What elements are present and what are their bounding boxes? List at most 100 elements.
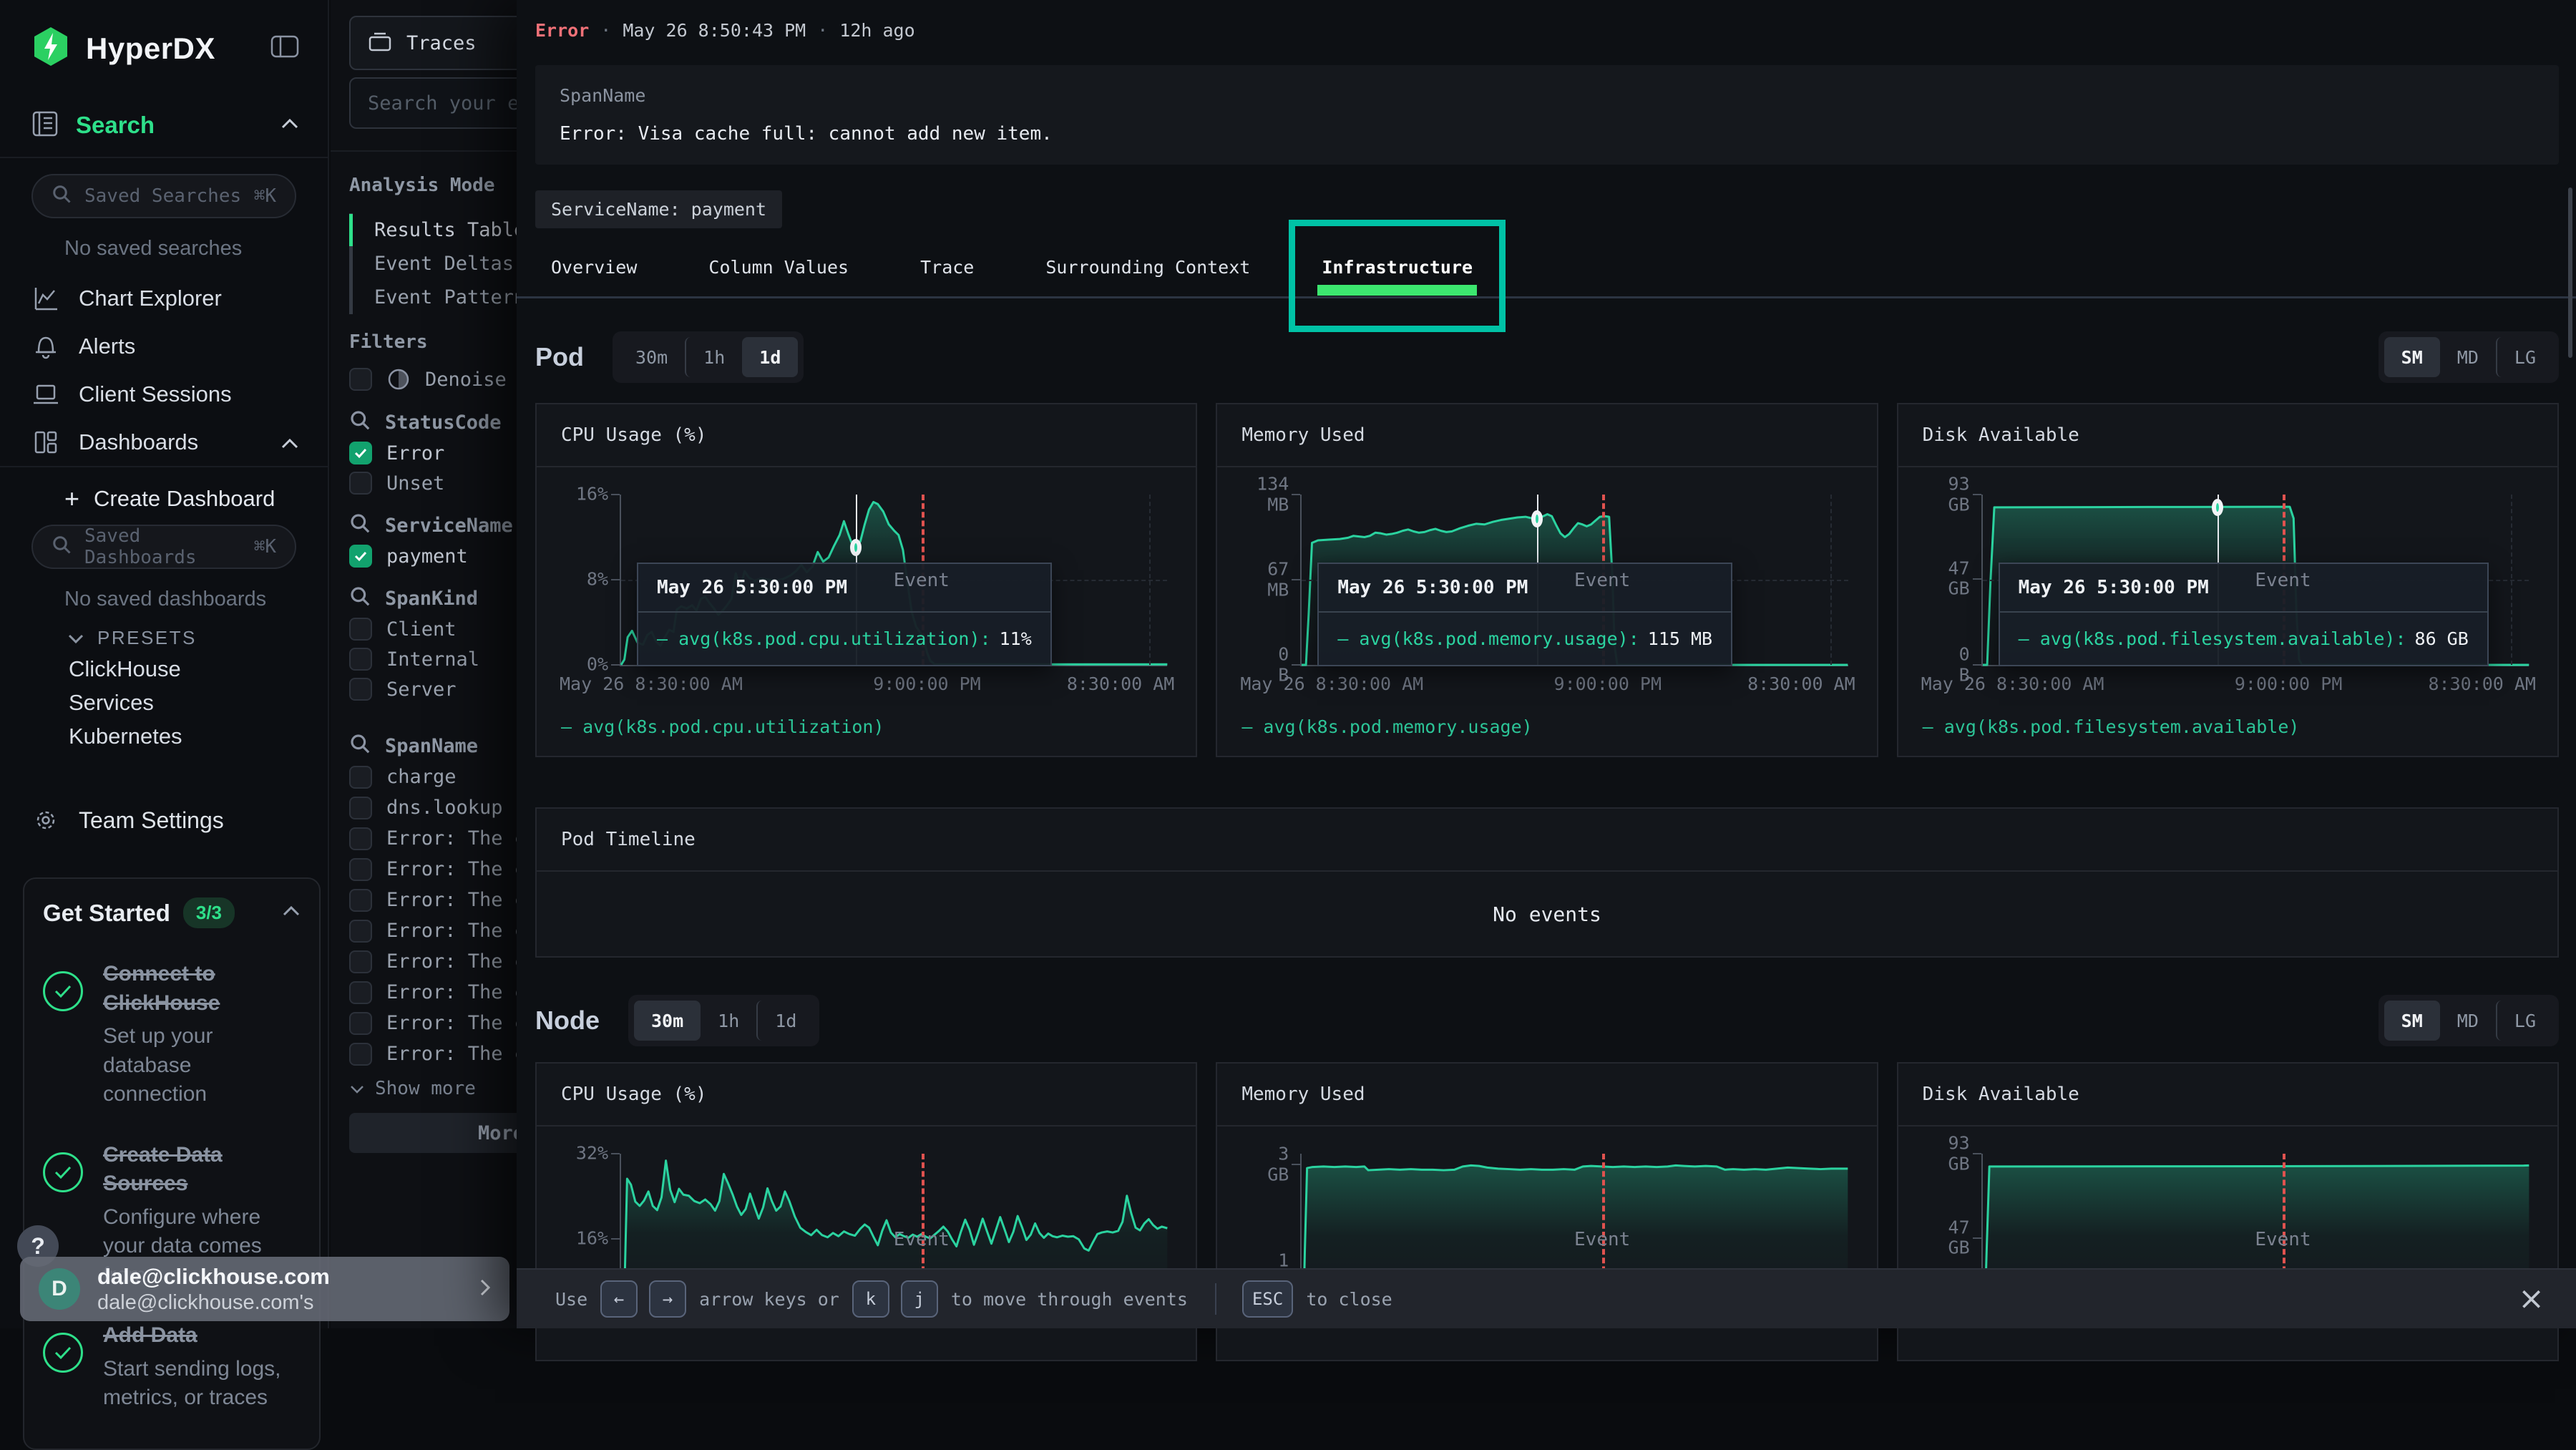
scrollbar-thumb[interactable]	[2568, 188, 2572, 358]
chart-plot[interactable]: Event May 26 5:30:00 PM — avg(k8s.pod.fi…	[1920, 486, 2536, 701]
sidebar-item-chart-explorer[interactable]: Chart Explorer	[0, 274, 328, 322]
checkbox-unchecked[interactable]	[349, 618, 372, 641]
user-account-chip[interactable]: D dale@clickhouse.com dale@clickhouse.co…	[20, 1257, 509, 1321]
checkbox-unchecked[interactable]	[349, 950, 372, 973]
filter-option[interactable]: Error: The cr	[349, 885, 517, 915]
filter-option[interactable]: Internal	[349, 645, 517, 673]
filter-option[interactable]: Error: The cr	[349, 1008, 517, 1038]
node-section-title: Node	[535, 1006, 600, 1036]
sidebar-item-clickhouse[interactable]: ClickHouse	[0, 652, 328, 686]
create-dashboard-label: Create Dashboard	[94, 486, 275, 512]
checkbox-unchecked[interactable]	[349, 678, 372, 701]
checkbox-unchecked[interactable]	[349, 920, 372, 943]
filter-option[interactable]: Client	[349, 615, 517, 643]
range-1h[interactable]: 1h	[685, 337, 742, 377]
filter-option[interactable]: Unset	[349, 469, 517, 497]
size-md[interactable]: MD	[2440, 337, 2496, 377]
filter-option[interactable]: payment	[349, 542, 517, 570]
checkbox-unchecked[interactable]	[349, 797, 372, 819]
mode-event-patterns[interactable]: Event Patterns	[353, 281, 517, 314]
show-more-button[interactable]: Show more	[349, 1076, 517, 1101]
sidebar-item-services[interactable]: Services	[0, 686, 328, 719]
mode-event-deltas[interactable]: Event Deltas	[353, 247, 517, 281]
collapse-sidebar-icon[interactable]	[270, 35, 299, 62]
tab-column-values[interactable]: Column Values	[708, 238, 849, 296]
sidebar-item-dashboards[interactable]: Dashboards	[0, 418, 328, 466]
size-lg[interactable]: LG	[2496, 1001, 2553, 1041]
create-dashboard-button[interactable]: + Create Dashboard	[0, 479, 328, 519]
sidebar-item-search[interactable]: Search	[0, 108, 328, 142]
get-started-step[interactable]: Add Data Start sending logs, metrics, or…	[43, 1321, 301, 1413]
range-30m[interactable]: 30m	[634, 1001, 701, 1041]
size-sm[interactable]: SM	[2384, 1001, 2440, 1041]
get-started-step[interactable]: Connect to ClickHouse Set up your databa…	[43, 960, 301, 1109]
range-30m[interactable]: 30m	[618, 337, 685, 377]
size-md[interactable]: MD	[2440, 1001, 2496, 1041]
source-select[interactable]: Traces	[349, 16, 517, 70]
events-search-input[interactable]: Search your ev	[349, 77, 517, 129]
filter-option[interactable]: Error: The cr	[349, 1039, 517, 1069]
size-sm[interactable]: SM	[2384, 337, 2440, 377]
saved-dashboards-input[interactable]: Saved Dashboards ⌘K	[31, 525, 296, 569]
checkbox-unchecked[interactable]	[349, 827, 372, 850]
range-1h[interactable]: 1h	[701, 1001, 756, 1041]
facet-servicename[interactable]: ServiceName	[349, 510, 517, 540]
chart-legend: — avg(k8s.pod.cpu.utilization)	[561, 716, 1196, 737]
denoise-filter-row[interactable]: Denoise Re	[349, 364, 517, 394]
service-name-chip[interactable]: ServiceName: payment	[535, 190, 782, 228]
check-circle-icon	[43, 971, 83, 1011]
checkbox-unchecked[interactable]	[349, 858, 372, 881]
filter-option[interactable]: Error: The cr	[349, 855, 517, 884]
facet-name: ServiceName	[385, 515, 513, 537]
checkbox-checked[interactable]	[349, 442, 372, 464]
chevron-up-icon[interactable]	[280, 429, 299, 455]
range-1d[interactable]: 1d	[756, 1001, 814, 1041]
tab-overview[interactable]: Overview	[551, 238, 637, 296]
chevron-up-icon[interactable]	[282, 905, 301, 920]
checkbox-unchecked[interactable]	[349, 472, 372, 495]
facet-name: SpanName	[385, 735, 478, 757]
event-timestamp: May 26 8:50:43 PM	[623, 20, 806, 41]
chart-plot[interactable]: Event May 26 5:30:00 PM — avg(k8s.pod.cp…	[558, 486, 1174, 701]
saved-searches-input[interactable]: Saved Searches ⌘K	[31, 174, 296, 218]
chart-plot[interactable]: Event May 26 5:30:00 PM — avg(k8s.pod.me…	[1239, 486, 1855, 701]
filter-option[interactable]: Error: The cr	[349, 824, 517, 853]
mode-results-table[interactable]: Results Table	[353, 213, 517, 247]
range-1d[interactable]: 1d	[742, 337, 798, 377]
search-section-icon	[31, 110, 59, 141]
sidebar-item-team-settings[interactable]: Team Settings	[0, 799, 328, 842]
filter-option[interactable]: Error	[349, 439, 517, 467]
facet-spankind[interactable]: SpanKind	[349, 583, 517, 613]
checkbox-unchecked[interactable]	[349, 889, 372, 912]
facet-statuscode[interactable]: StatusCode	[349, 407, 517, 437]
tab-infrastructure[interactable]: Infrastructure	[1322, 238, 1473, 296]
filter-option-label: Error: The cr	[386, 1012, 517, 1034]
checkbox-unchecked[interactable]	[349, 981, 372, 1004]
checkbox-unchecked[interactable]	[349, 648, 372, 671]
sidebar-item-alerts[interactable]: Alerts	[0, 322, 328, 370]
filter-option[interactable]: charge	[349, 762, 517, 792]
filter-option[interactable]: Server	[349, 675, 517, 704]
filter-option[interactable]: dns.lookup	[349, 793, 517, 822]
presets-toggle[interactable]: PRESETS	[0, 623, 328, 652]
get-started-header[interactable]: Get Started 3/3	[43, 897, 301, 928]
filter-option[interactable]: Error: The cr	[349, 947, 517, 976]
close-icon[interactable]: ×	[2518, 1283, 2545, 1315]
tab-trace[interactable]: Trace	[920, 238, 974, 296]
filter-option[interactable]: Error: The cr	[349, 978, 517, 1007]
more-filters-button[interactable]: More fil	[349, 1113, 517, 1153]
chevron-up-icon[interactable]	[280, 118, 299, 133]
filter-option[interactable]: Error: The cr	[349, 916, 517, 945]
sidebar-item-kubernetes[interactable]: Kubernetes	[0, 719, 328, 753]
y-axis-tick-mark	[1973, 494, 1981, 495]
checkbox-unchecked[interactable]	[349, 368, 372, 391]
checkbox-unchecked[interactable]	[349, 1012, 372, 1035]
facet-spanname[interactable]: SpanName	[349, 731, 517, 761]
checkbox-unchecked[interactable]	[349, 1043, 372, 1066]
sidebar-item-client-sessions[interactable]: Client Sessions	[0, 370, 328, 418]
size-lg[interactable]: LG	[2496, 337, 2553, 377]
checkbox-checked[interactable]	[349, 545, 372, 568]
tab-surrounding-context[interactable]: Surrounding Context	[1045, 238, 1250, 296]
preset-label: Kubernetes	[69, 724, 182, 749]
checkbox-unchecked[interactable]	[349, 766, 372, 789]
